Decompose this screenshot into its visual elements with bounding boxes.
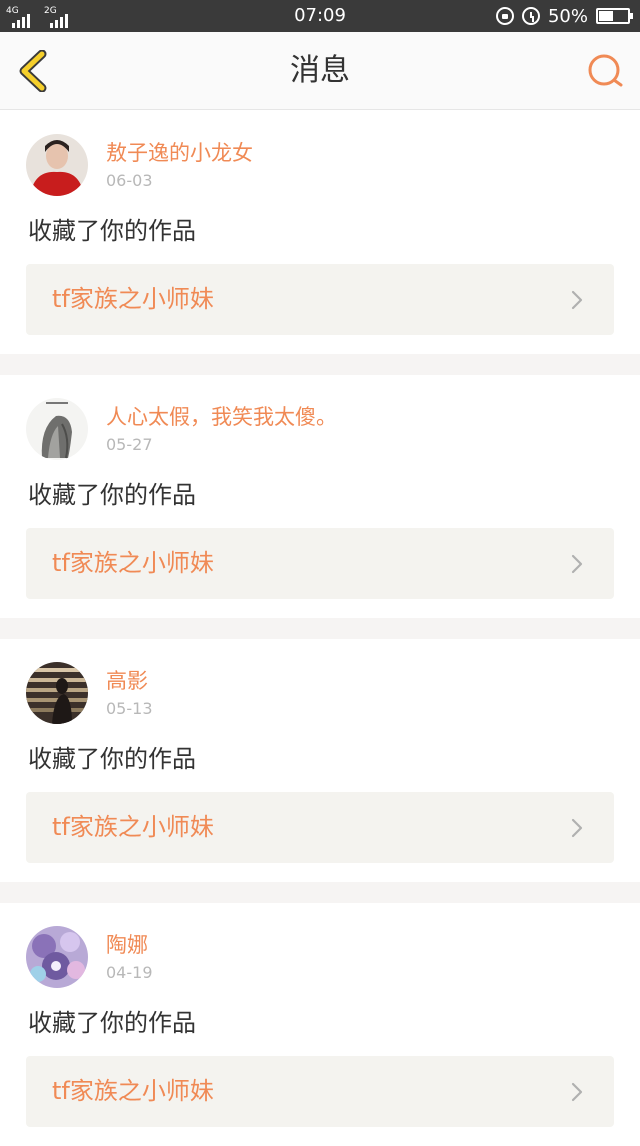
message-item: 人心太假，我笑我太傻。 05-27 收藏了你的作品 tf家族之小师妹 <box>0 375 640 618</box>
search-icon <box>588 54 623 87</box>
work-title: tf家族之小师妹 <box>52 285 214 313</box>
message-text: 收藏了你的作品 <box>28 217 196 245</box>
message-text: 收藏了你的作品 <box>28 745 196 773</box>
divider <box>0 882 640 903</box>
work-link[interactable]: tf家族之小师妹 <box>26 1056 614 1127</box>
message-item: 陶娜 04-19 收藏了你的作品 tf家族之小师妹 <box>0 903 640 1146</box>
work-link[interactable]: tf家族之小师妹 <box>26 264 614 335</box>
message-date: 05-13 <box>106 699 153 718</box>
username[interactable]: 高影 <box>106 667 148 695</box>
chevron-right-icon <box>571 1082 583 1102</box>
page-title: 消息 <box>290 53 350 88</box>
status-bar: 4G 2G 07:09 50% <box>0 0 640 32</box>
alarm-icon <box>521 7 540 25</box>
username[interactable]: 人心太假，我笑我太傻。 <box>106 403 337 431</box>
message-date: 06-03 <box>106 171 153 190</box>
message-date: 04-19 <box>106 963 153 982</box>
avatar[interactable] <box>26 662 88 724</box>
avatar[interactable] <box>26 398 88 460</box>
chevron-right-icon <box>571 554 583 574</box>
username[interactable]: 敖子逸的小龙女 <box>106 139 253 167</box>
status-right: 50% <box>495 5 633 27</box>
avatar[interactable] <box>26 134 88 196</box>
avatar[interactable] <box>26 926 88 988</box>
message-item: 高影 05-13 收藏了你的作品 tf家族之小师妹 <box>0 639 640 882</box>
work-title: tf家族之小师妹 <box>52 813 214 841</box>
message-text: 收藏了你的作品 <box>28 1009 196 1037</box>
work-title: tf家族之小师妹 <box>52 549 214 577</box>
chevron-right-icon <box>571 818 583 838</box>
rotation-lock-icon <box>495 7 514 25</box>
divider <box>0 618 640 639</box>
chevron-right-icon <box>571 290 583 310</box>
battery-icon <box>596 8 633 24</box>
message-list: 敖子逸的小龙女 06-03 收藏了你的作品 tf家族之小师妹 人心太假，我笑我太… <box>0 111 640 1146</box>
divider <box>0 354 640 375</box>
work-link[interactable]: tf家族之小师妹 <box>26 792 614 863</box>
battery-fill <box>599 11 613 21</box>
message-text: 收藏了你的作品 <box>28 481 196 509</box>
battery-percent: 50% <box>547 5 588 27</box>
work-title: tf家族之小师妹 <box>52 1077 214 1105</box>
message-item: 敖子逸的小龙女 06-03 收藏了你的作品 tf家族之小师妹 <box>0 111 640 354</box>
username[interactable]: 陶娜 <box>106 931 148 959</box>
search-button[interactable] <box>586 52 624 90</box>
header: 消息 <box>0 32 640 110</box>
work-link[interactable]: tf家族之小师妹 <box>26 528 614 599</box>
message-date: 05-27 <box>106 435 153 454</box>
